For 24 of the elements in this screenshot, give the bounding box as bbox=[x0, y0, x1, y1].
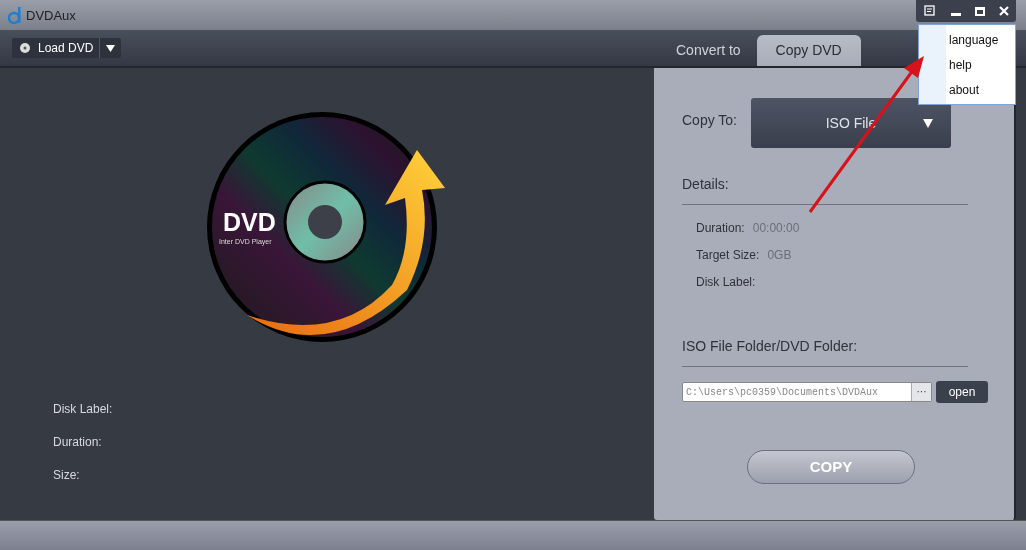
detail-label: Duration: bbox=[696, 220, 745, 237]
copy-to-label: Copy To: bbox=[682, 111, 737, 130]
info-label: Size: bbox=[53, 467, 81, 484]
detail-value: 00:00:00 bbox=[752, 220, 800, 237]
browse-button[interactable]: ··· bbox=[911, 383, 931, 401]
info-label: Duration: bbox=[53, 434, 103, 451]
tab[interactable]: Copy DVD bbox=[756, 35, 861, 66]
details-heading: Details: bbox=[682, 175, 730, 194]
menu-item[interactable]: language bbox=[919, 27, 1015, 52]
open-button[interactable]: open bbox=[936, 381, 988, 403]
detail-label: Target Size: bbox=[696, 247, 760, 264]
dropdown-caret-icon bbox=[923, 119, 933, 128]
window-title: DVDAux bbox=[26, 7, 76, 25]
detail-label: Disk Label: bbox=[696, 274, 756, 291]
tab[interactable]: Convert to bbox=[664, 35, 753, 66]
disc-icon bbox=[18, 42, 32, 54]
info-label: Disk Label: bbox=[53, 401, 114, 418]
close-icon bbox=[999, 6, 1009, 16]
folder-heading: ISO File Folder/DVD Folder: bbox=[682, 337, 859, 356]
app-logo-icon bbox=[8, 6, 22, 25]
detail-value: 0GB bbox=[767, 247, 792, 264]
menu-item[interactable]: help bbox=[919, 52, 1015, 77]
logo-title: DVD bbox=[223, 210, 276, 235]
folder-path-field[interactable]: C:\Users\pc0359\Documents\DVDAux ··· bbox=[682, 382, 932, 402]
